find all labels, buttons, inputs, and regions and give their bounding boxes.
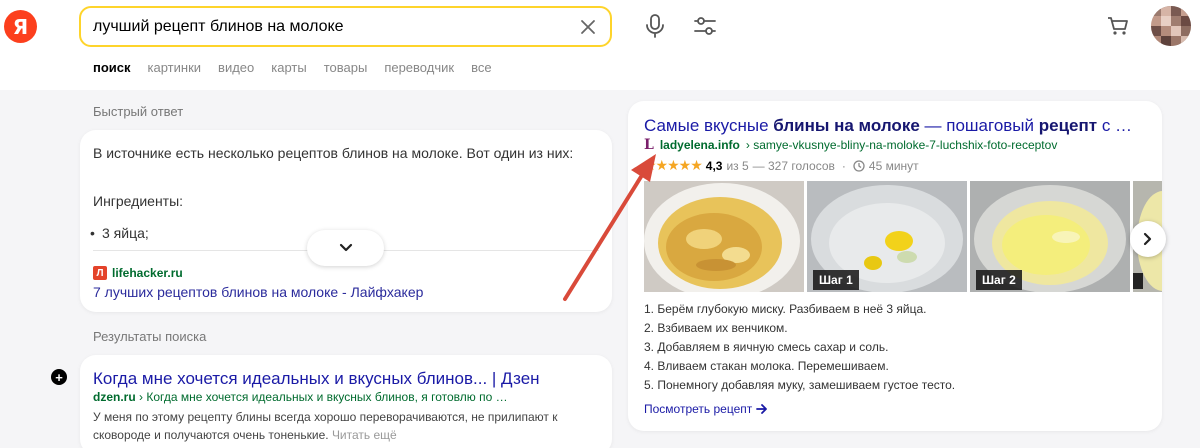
- cook-time: 45 минут: [868, 158, 919, 173]
- quick-answer-label: Быстрый ответ: [93, 104, 184, 119]
- recipe-card: Самые вкусные блины на молоке — пошаговы…: [628, 101, 1166, 431]
- microphone-icon[interactable]: [643, 13, 667, 39]
- search-input[interactable]: [93, 16, 563, 38]
- tab-products[interactable]: товары: [324, 60, 368, 75]
- rating-votes: — 327 голосов: [752, 158, 835, 173]
- results-label: Результаты поиска: [93, 329, 207, 344]
- recipe-step: 2. Взбиваем их венчиком.: [644, 321, 788, 335]
- tab-search[interactable]: поиск: [93, 60, 131, 75]
- tab-images[interactable]: картинки: [148, 60, 202, 75]
- result-domain: dzen.ru: [93, 390, 136, 404]
- recipe-step: 3. Добавляем в яичную смесь сахар и соль…: [644, 340, 889, 354]
- quick-answer-card: В источнике есть несколько рецептов блин…: [80, 130, 612, 312]
- quick-answer-text: В источнике есть несколько рецептов блин…: [93, 145, 574, 161]
- title-part: Самые вкусные: [644, 116, 774, 135]
- step-badge: Шаг 1: [813, 270, 859, 290]
- ingredient-item: 3 яйца;: [90, 225, 149, 241]
- recipe-path: › samye-vkusnye-bliny-na-moloke-7-luchsh…: [745, 138, 1058, 152]
- lifehacker-favicon-icon: Л: [93, 266, 107, 280]
- plus-icon[interactable]: +: [51, 369, 67, 385]
- result-url[interactable]: dzen.ru › Когда мне хочется идеальных и …: [93, 390, 508, 404]
- ladyelena-logo-icon: L: [644, 137, 654, 153]
- recipe-image-1[interactable]: [644, 181, 804, 292]
- snippet-text: У меня по этому рецепту блины всегда хор…: [93, 410, 558, 442]
- source-link[interactable]: 7 лучших рецептов блинов на молоке - Лай…: [93, 284, 423, 300]
- result-title-link[interactable]: Когда мне хочется идеальных и вкусных бл…: [93, 369, 540, 389]
- recipe-domain: ladyelena.info: [659, 138, 740, 152]
- search-box: [79, 6, 612, 47]
- tab-translator[interactable]: переводчик: [384, 60, 454, 75]
- title-bold: рецепт: [1038, 116, 1098, 135]
- clock-icon: [853, 159, 865, 172]
- recipe-steps: 1. Берём глубокую миску. Разбиваем в неё…: [644, 300, 955, 395]
- arrow-right-icon: [756, 404, 768, 414]
- recipe-step: 4. Вливаем стакан молока. Перемешиваем.: [644, 359, 889, 373]
- ingredients-label: Ингредиенты:: [93, 193, 184, 209]
- read-more-link[interactable]: Читать ещё: [332, 428, 397, 442]
- chevron-down-icon: [339, 243, 352, 252]
- header: Я поиск картинки видео карты: [0, 0, 1200, 90]
- result-path: › Когда мне хочется идеальных и вкусных …: [135, 390, 508, 404]
- view-recipe-label: Посмотреть рецепт: [644, 402, 753, 416]
- search-tabs: поиск картинки видео карты товары перево…: [93, 60, 509, 75]
- yandex-logo[interactable]: Я: [4, 10, 37, 43]
- source-domain[interactable]: lifehacker.ru: [112, 266, 183, 280]
- recipe-step: 1. Берём глубокую миску. Разбиваем в неё…: [644, 302, 927, 316]
- tab-video[interactable]: видео: [218, 60, 254, 75]
- next-image-button[interactable]: [1130, 221, 1166, 257]
- result-snippet: У меня по этому рецепту блины всегда хор…: [93, 408, 593, 444]
- rating-score: 4,3: [705, 158, 723, 173]
- title-part: с …: [1097, 116, 1133, 135]
- source-row: Л lifehacker.ru: [93, 266, 183, 280]
- clear-icon[interactable]: [578, 17, 598, 37]
- step-badge: Шаг 2: [976, 270, 1022, 290]
- filters-icon[interactable]: [692, 14, 718, 38]
- tab-maps[interactable]: карты: [271, 60, 306, 75]
- cart-icon[interactable]: [1106, 15, 1130, 37]
- recipe-rating: ★★★★★ 4,3 из 5 — 327 голосов · 45 минут: [644, 157, 919, 173]
- star-rating-icon: ★★★★★: [644, 157, 703, 173]
- recipe-images: Шаг 1 Шаг 2: [644, 181, 1162, 292]
- chevron-right-icon: [1143, 232, 1152, 246]
- title-part: — пошаговый: [919, 116, 1039, 135]
- tab-all[interactable]: все: [471, 60, 492, 75]
- search-result: Когда мне хочется идеальных и вкусных бл…: [80, 355, 612, 448]
- recipe-image-3[interactable]: Шаг 2: [970, 181, 1130, 292]
- recipe-image-2[interactable]: Шаг 1: [807, 181, 967, 292]
- view-recipe-link[interactable]: Посмотреть рецепт: [644, 402, 768, 416]
- recipe-title-link[interactable]: Самые вкусные блины на молоке — пошаговы…: [644, 116, 1132, 136]
- expand-button[interactable]: [307, 230, 384, 266]
- recipe-step: 5. Понемногу добавляя муку, замешиваем г…: [644, 378, 956, 392]
- avatar[interactable]: [1151, 6, 1191, 46]
- recipe-url[interactable]: L ladyelena.info › samye-vkusnye-bliny-n…: [644, 137, 1057, 153]
- rating-of: из 5: [726, 158, 749, 173]
- title-bold: блины на молоке: [773, 116, 920, 135]
